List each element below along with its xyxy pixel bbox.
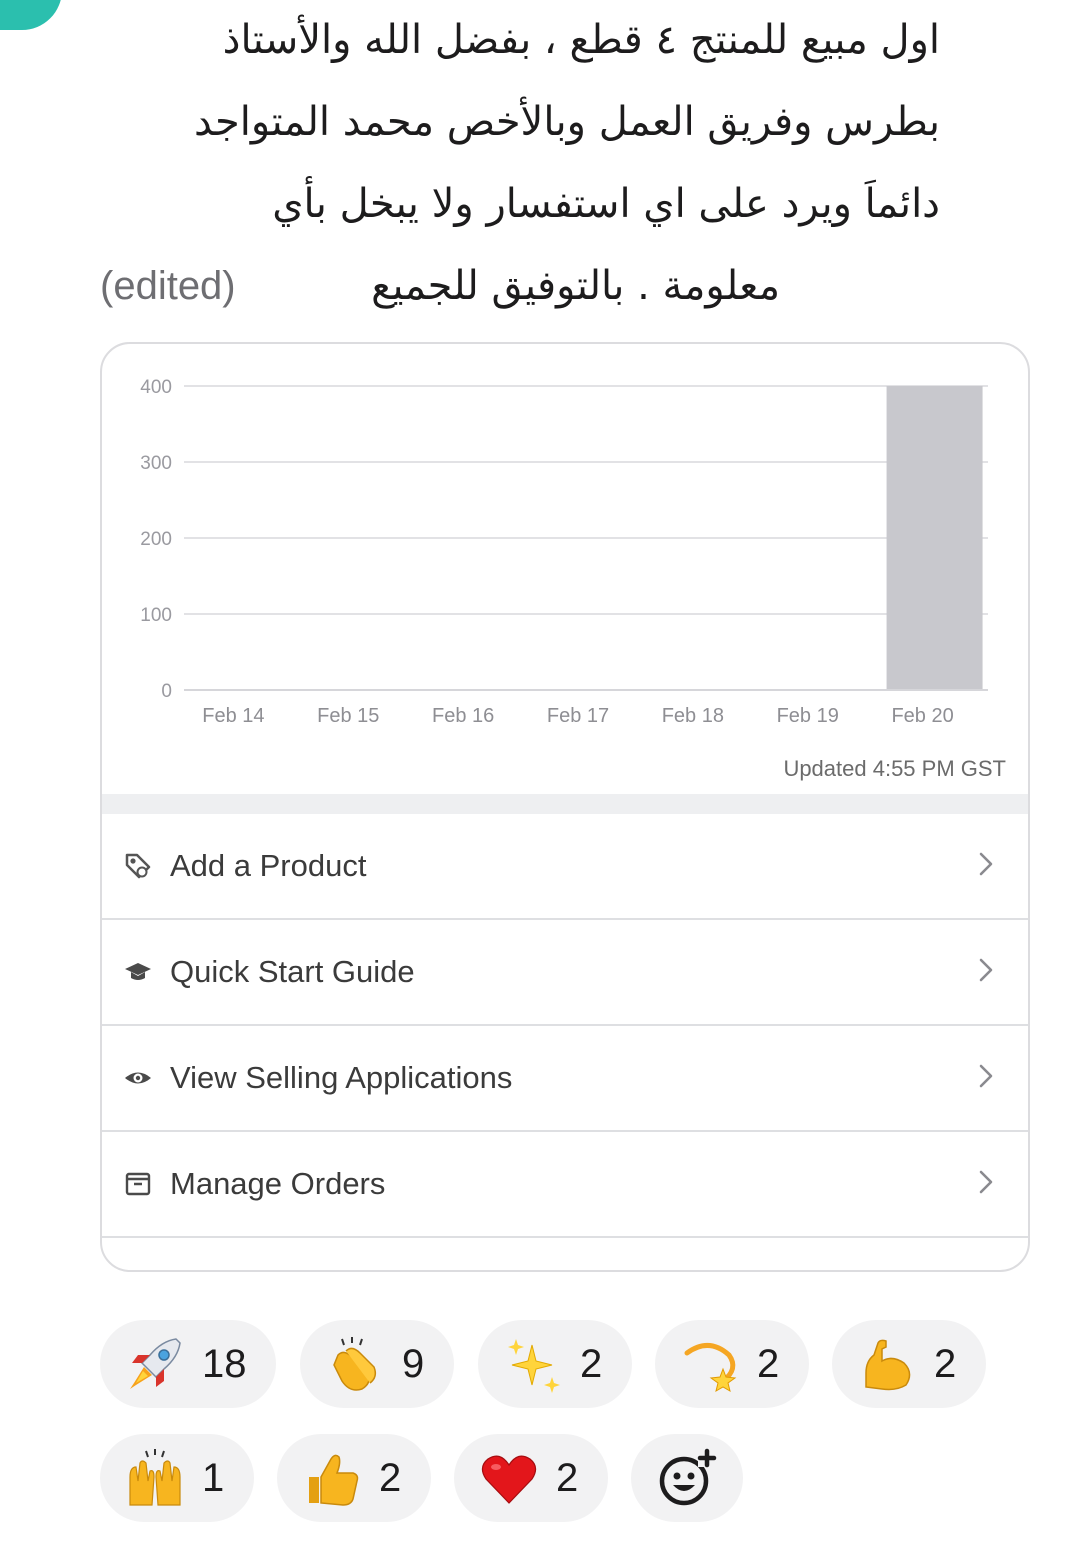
red-heart-icon [478, 1447, 540, 1509]
reaction-count: 9 [402, 1341, 425, 1386]
menu-item-label: Add a Product [170, 848, 367, 883]
card-menu: Add a Product Quick Start Guide View Sel… [102, 814, 1028, 1238]
message-text: اول مبيع للمنتج ٤ قطع ، بفضل الله والأست… [100, 0, 940, 328]
menu-item-label: Quick Start Guide [170, 954, 415, 989]
unread-indicator [0, 0, 62, 30]
y-tick-label: 300 [140, 453, 172, 474]
reaction-sparkles[interactable]: 2 [478, 1320, 632, 1408]
x-tick-label: Feb 14 [202, 705, 264, 727]
message-line: اول مبيع للمنتج ٤ قطع ، بفضل الله والأست… [222, 17, 940, 63]
updated-timestamp: Updated 4:55 PM GST [783, 756, 1006, 781]
reaction-heart[interactable]: 2 [454, 1434, 608, 1522]
reaction-count: 1 [202, 1455, 225, 1500]
x-tick-label: Feb 20 [891, 705, 953, 727]
sparkles-icon [502, 1333, 564, 1395]
menu-item-manage-orders[interactable]: Manage Orders [102, 1132, 1028, 1238]
chevron-right-icon [978, 1169, 994, 1199]
x-tick-label: Feb 17 [547, 705, 609, 727]
y-tick-label: 100 [140, 605, 172, 626]
menu-item-add-product[interactable]: Add a Product [102, 814, 1028, 920]
x-tick-label: Feb 16 [432, 705, 494, 727]
chart-svg: 0 100 200 300 400 Feb 14 Feb 15 Feb 16 Feb 17 Feb… [140, 377, 988, 727]
reaction-dizzy[interactable]: 2 [655, 1320, 809, 1408]
chevron-right-icon [978, 957, 994, 987]
reaction-clap[interactable]: 9 [300, 1320, 454, 1408]
menu-item-label: View Selling Applications [170, 1060, 513, 1095]
reaction-flex[interactable]: 2 [832, 1320, 986, 1408]
y-tick-label: 0 [161, 681, 172, 702]
eye-icon [120, 1060, 156, 1096]
menu-item-quick-start-guide[interactable]: Quick Start Guide [102, 920, 1028, 1026]
raising-hands-icon [124, 1447, 186, 1509]
tag-icon [120, 848, 156, 884]
reaction-count: 2 [580, 1341, 603, 1386]
rocket-icon [124, 1333, 186, 1395]
reaction-raising-hands[interactable]: 1 [100, 1434, 254, 1522]
reaction-count: 2 [379, 1455, 402, 1500]
reaction-rocket[interactable]: 18 [100, 1320, 276, 1408]
reaction-count: 2 [757, 1341, 780, 1386]
message-line: بطرس وفريق العمل وبالأخص محمد المتواجد [194, 99, 940, 145]
add-reaction-icon [656, 1447, 718, 1509]
chart-bar [886, 386, 983, 690]
attachment-card[interactable]: 0 100 200 300 400 Feb 14 Feb 15 Feb 16 Feb 17 Feb… [100, 342, 1030, 1272]
dizzy-star-icon [679, 1333, 741, 1395]
message-line: دائماَ ويرد على اي استفسار ولا يبخل بأي [272, 181, 940, 227]
menu-item-label: Manage Orders [170, 1166, 386, 1201]
x-tick-label: Feb 18 [662, 705, 724, 727]
sales-chart: 0 100 200 300 400 Feb 14 Feb 15 Feb 16 Feb 17 Feb… [102, 344, 1028, 794]
chevron-right-icon [978, 1063, 994, 1093]
reaction-count: 18 [202, 1341, 247, 1386]
x-tick-label: Feb 19 [777, 705, 839, 727]
reaction-count: 2 [556, 1455, 579, 1500]
message-line: معلومة . بالتوفيق للجميع [371, 263, 780, 309]
reaction-thumbs-up[interactable]: 2 [277, 1434, 431, 1522]
y-tick-label: 400 [140, 377, 172, 398]
graduation-cap-icon [120, 954, 156, 990]
edited-label: (edited) [100, 264, 236, 308]
divider [102, 794, 1028, 814]
message-line-last: معلومة . بالتوفيق للجميع (edited) [100, 246, 940, 328]
add-reaction-button[interactable] [631, 1434, 743, 1522]
flexed-biceps-icon [856, 1333, 918, 1395]
thumbs-up-icon [301, 1447, 363, 1509]
reaction-count: 2 [934, 1341, 957, 1386]
menu-item-view-selling-applications[interactable]: View Selling Applications [102, 1026, 1028, 1132]
y-tick-label: 200 [140, 529, 172, 550]
chevron-right-icon [978, 851, 994, 881]
clapping-hands-icon [324, 1333, 386, 1395]
orders-box-icon [120, 1166, 156, 1202]
x-tick-label: Feb 15 [317, 705, 379, 727]
